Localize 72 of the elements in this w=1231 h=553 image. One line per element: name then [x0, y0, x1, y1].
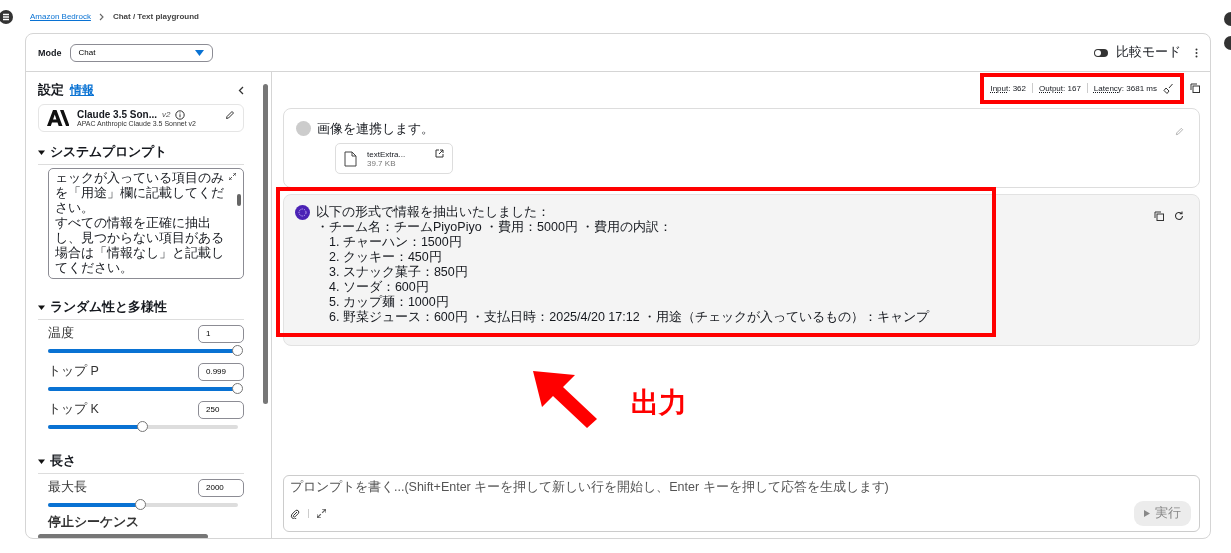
arrow-annotation [533, 371, 598, 429]
section-title[interactable]: システムプロンプト [50, 144, 167, 161]
collapse-icon[interactable] [238, 85, 244, 95]
mode-dropdown[interactable]: Chat [69, 43, 213, 62]
file-icon [344, 150, 357, 167]
message-text: 画像を連携します。 [317, 121, 435, 138]
info-link[interactable]: 情報 [70, 81, 94, 99]
system-prompt-field[interactable]: ェックが入っている項目のみを「用途」欄に記載してください。 すべての情報を正確に抽出し、見つからない項目がある場合は「情報なし」と記載してください。 [48, 168, 244, 279]
pencil-icon[interactable] [225, 109, 235, 120]
caret-down-icon[interactable] [38, 149, 45, 156]
parameter-label: 最大長 [48, 479, 87, 496]
list-item: 6. 野菜ジュース：600円 ・支払日時：2025/4/20 17:12 ・用途（チェックが入っているもの）：キャンプ [328, 310, 930, 325]
slider-thumb[interactable] [231, 383, 243, 394]
stop-sequence-label: 停止シーケンス [47, 514, 140, 531]
list-item: 3. スナック菓子：850円 [328, 265, 469, 280]
breadcrumb-link[interactable]: Amazon Bedrock [30, 12, 91, 21]
vertical-scrollbar[interactable] [263, 84, 268, 404]
attachment-card[interactable]: textExtra... 39.7 KB [335, 143, 453, 174]
list-item: 2. クッキー：450円 [328, 250, 443, 265]
copy-icon[interactable] [1190, 83, 1200, 93]
caret-down-icon [194, 49, 204, 56]
settings-title: 設定 [38, 81, 64, 99]
metric-text[interactable]: Input: 362 [990, 83, 1026, 93]
prompt-paragraph: ェックが入っている項目のみを「用途」欄に記載してください。 [55, 171, 225, 216]
parameter-label: トップ P [48, 363, 99, 380]
broom-icon[interactable] [1163, 82, 1174, 94]
metric-text[interactable]: Latency: 3681 ms [1093, 83, 1157, 93]
bot-avatar-icon [295, 205, 310, 220]
compare-toggle[interactable] [1094, 48, 1108, 57]
scrollbar[interactable] [237, 194, 241, 206]
parameter-input[interactable]: 1 [198, 324, 244, 343]
mode-label: Mode [38, 47, 62, 58]
chevron-right-icon [98, 12, 105, 21]
parameter-input[interactable]: 2000 [198, 478, 244, 497]
caret-down-icon[interactable] [38, 304, 45, 311]
compare-mode-label: 比較モード [1116, 44, 1181, 61]
model-version: v2 [162, 110, 171, 119]
copy-icon[interactable] [1154, 211, 1164, 221]
more-icon[interactable] [1195, 47, 1198, 58]
section-title[interactable]: ランダム性と多様性 [50, 299, 167, 316]
section-title[interactable]: 長さ [50, 453, 76, 470]
file-size: 39.7 KB [367, 158, 397, 168]
prompt-paragraph: すべての情報を正確に抽出し、見つからない項目がある場合は「情報なし」と記載してください。 [55, 216, 225, 276]
menu-icon[interactable] [0, 9, 13, 24]
paperclip-icon[interactable] [290, 508, 300, 519]
horizontal-scrollbar[interactable] [38, 534, 208, 538]
file-name: textExtra... [367, 149, 407, 159]
caret-down-icon[interactable] [38, 458, 45, 465]
play-icon [1144, 510, 1150, 517]
refresh-icon[interactable] [1174, 211, 1184, 221]
info-icon[interactable] [175, 109, 186, 120]
parameter-label: 温度 [48, 325, 74, 342]
logo-icon [47, 110, 69, 126]
annotation-label: 出力 [631, 386, 687, 420]
slider-thumb[interactable] [137, 421, 148, 432]
expand-icon[interactable] [229, 173, 236, 180]
avatar-icon [296, 121, 311, 136]
parameter-label: トップ K [48, 401, 99, 418]
parameter-input[interactable]: 0.999 [198, 362, 244, 381]
metric-text[interactable]: Output: 167 [1039, 83, 1081, 93]
response-text: ・チーム名：チームPiyoPiyo ・費用：5000円 ・費用の内訳： [316, 220, 674, 235]
list-item: 5. カップ麺：1000円 [328, 295, 450, 310]
list-item: 1. チャーハン：1500円 [328, 235, 463, 250]
list-item: 4. ソーダ：600円 [328, 280, 430, 295]
breadcrumb-current: Chat / Text playground [112, 12, 199, 21]
slider-thumb[interactable] [232, 345, 243, 356]
parameter-input[interactable]: 250 [198, 400, 244, 419]
expand-icon[interactable] [317, 509, 326, 518]
slider-thumb[interactable] [135, 499, 147, 510]
response-text: 以下の形式で情報を抽出いたしました： [316, 205, 551, 220]
model-name: Claude 3.5 Son... [77, 109, 158, 120]
external-link-icon[interactable] [435, 149, 444, 158]
